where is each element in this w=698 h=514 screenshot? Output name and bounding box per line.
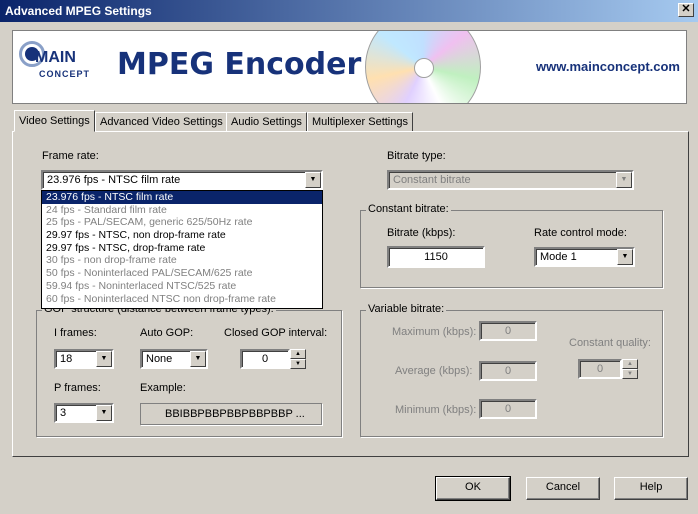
frame-rate-option: 30 fps - non drop-frame rate xyxy=(46,254,177,267)
frame-rate-label: Frame rate: xyxy=(42,150,99,162)
minimum-kbps-label: Minimum (kbps): xyxy=(395,404,477,416)
close-button[interactable]: ✕ xyxy=(678,3,694,17)
rate-control-mode-label: Rate control mode: xyxy=(534,227,627,239)
maximum-kbps-label: Maximum (kbps): xyxy=(392,326,477,338)
frame-rate-value: 23.976 fps - NTSC film rate xyxy=(47,174,181,186)
variable-bitrate-group-label: Variable bitrate: xyxy=(366,303,447,315)
rate-control-mode-value: Mode 1 xyxy=(540,251,577,263)
maximum-kbps-input[interactable]: 0 xyxy=(479,321,537,341)
bitrate-kbps-input[interactable]: 1150 xyxy=(387,246,485,268)
constant-quality-spinner[interactable]: ▲ ▼ xyxy=(622,359,638,379)
frame-rate-option: 59.94 fps - Noninterlaced NTSC/525 rate xyxy=(46,279,237,292)
frame-rate-option[interactable]: 23.976 fps - NTSC film rate xyxy=(42,191,322,204)
auto-gop-value: None xyxy=(146,353,173,365)
tab-multiplexer-settings[interactable]: Multiplexer Settings xyxy=(307,112,413,132)
chevron-down-icon[interactable]: ▼ xyxy=(617,249,633,265)
i-frames-value: 18 xyxy=(60,353,73,365)
spin-up-icon[interactable]: ▲ xyxy=(290,349,306,359)
frame-rate-option: 50 fps - Noninterlaced PAL/SECAM/625 rat… xyxy=(46,267,253,280)
logo-concept: CONCEPT xyxy=(39,69,91,79)
close-icon: ✕ xyxy=(681,3,691,15)
chevron-down-icon[interactable]: ▼ xyxy=(616,172,632,188)
frame-rate-select[interactable]: 23.976 fps - NTSC film rate ▼ xyxy=(41,170,323,190)
constant-bitrate-group-label: Constant bitrate: xyxy=(366,203,451,215)
frame-rate-dropdown-list: 23.976 fps - NTSC film rate 24 fps - Stan… xyxy=(41,190,323,309)
closed-gop-interval-input[interactable]: 0 xyxy=(240,349,290,369)
chevron-down-icon[interactable]: ▼ xyxy=(96,351,112,367)
closed-gop-interval-label: Closed GOP interval: xyxy=(224,327,328,339)
average-kbps-input[interactable]: 0 xyxy=(479,361,537,381)
bitrate-type-value: Constant bitrate xyxy=(393,174,471,186)
constant-quality-label: Constant quality: xyxy=(569,337,651,349)
spin-down-icon[interactable]: ▼ xyxy=(290,359,306,369)
average-kbps-label: Average (kbps): xyxy=(395,365,473,377)
ok-button[interactable]: OK xyxy=(435,476,511,501)
tab-audio-settings[interactable]: Audio Settings xyxy=(226,112,307,132)
auto-gop-label: Auto GOP: xyxy=(140,327,194,339)
spin-down-icon[interactable]: ▼ xyxy=(622,369,638,379)
bitrate-type-label: Bitrate type: xyxy=(387,150,446,162)
banner-title: MPEG Encoder xyxy=(117,47,362,82)
window-title: Advanced MPEG Settings xyxy=(5,4,152,18)
banner-url: www.mainconcept.com xyxy=(536,59,680,74)
frame-rate-option: 25 fps - PAL/SECAM, generic 625/50Hz rat… xyxy=(46,216,253,229)
banner: MAIN CONCEPT MPEG Encoder www.mainconcep… xyxy=(12,30,687,104)
bitrate-kbps-label: Bitrate (kbps): xyxy=(387,227,456,239)
constant-quality-input[interactable]: 0 xyxy=(578,359,622,379)
frame-rate-option: 60 fps - Noninterlaced NTSC non drop-fra… xyxy=(46,292,276,305)
example-label: Example: xyxy=(140,382,186,394)
closed-gop-interval-spinner[interactable]: ▲ ▼ xyxy=(290,349,306,369)
auto-gop-select[interactable]: None ▼ xyxy=(140,349,208,369)
frame-rate-option: 24 fps - Standard film rate xyxy=(46,203,167,216)
bitrate-type-select[interactable]: Constant bitrate ▼ xyxy=(387,170,634,190)
rate-control-mode-select[interactable]: Mode 1 ▼ xyxy=(534,247,635,267)
chevron-down-icon[interactable]: ▼ xyxy=(96,405,112,421)
cancel-button[interactable]: Cancel xyxy=(526,477,600,500)
spin-up-icon[interactable]: ▲ xyxy=(622,359,638,369)
frame-rate-option[interactable]: 29.97 fps - NTSC, non drop-frame rate xyxy=(42,229,322,242)
help-button[interactable]: Help xyxy=(614,477,688,500)
p-frames-label: P frames: xyxy=(54,382,101,394)
i-frames-select[interactable]: 18 ▼ xyxy=(54,349,114,369)
chevron-down-icon[interactable]: ▼ xyxy=(190,351,206,367)
i-frames-label: I frames: xyxy=(54,327,97,339)
tab-advanced-video-settings[interactable]: Advanced Video Settings xyxy=(95,112,228,132)
chevron-down-icon[interactable]: ▼ xyxy=(305,172,321,188)
p-frames-select[interactable]: 3 ▼ xyxy=(54,403,114,423)
gop-example-display: BBIBBPBBPBBPBBPBBP ... xyxy=(140,403,322,425)
title-bar: Advanced MPEG Settings ✕ xyxy=(0,0,698,22)
tab-video-settings[interactable]: Video Settings xyxy=(14,110,95,132)
minimum-kbps-input[interactable]: 0 xyxy=(479,399,537,419)
cd-disc-icon xyxy=(365,31,481,103)
frame-rate-option[interactable]: 29.97 fps - NTSC, drop-frame rate xyxy=(42,242,322,255)
p-frames-value: 3 xyxy=(60,407,67,419)
logo-main: MAIN xyxy=(35,49,76,66)
